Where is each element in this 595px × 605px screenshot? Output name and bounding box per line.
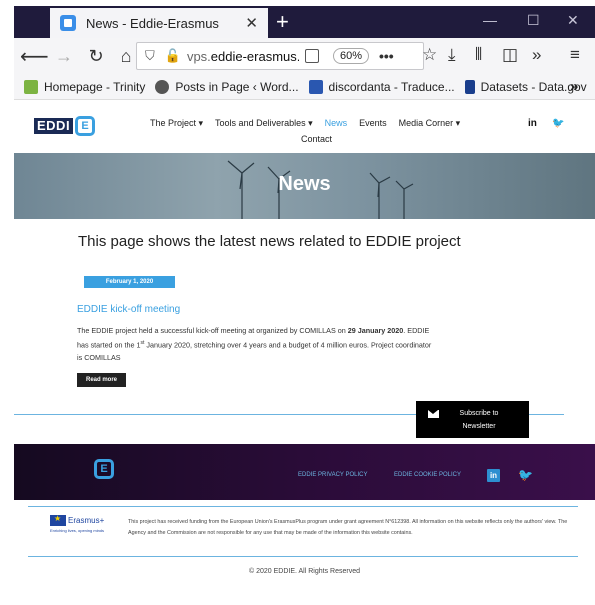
bookmark-label: discordanta - Traduce... bbox=[328, 79, 455, 94]
wordpress-icon bbox=[155, 79, 170, 94]
site-footer: E EDDIE PRIVACY POLICY EDDIE COOKIE POLI… bbox=[14, 444, 595, 500]
copyright-text: © 2020 EDDIE. All Rights Reserved bbox=[249, 568, 360, 575]
bookmarks-bar: Homepage - Trinity Posts in Page ‹ Word.… bbox=[14, 74, 595, 100]
menu-media-corner[interactable]: Media Corner ▾ bbox=[399, 118, 461, 129]
insecure-lock-icon[interactable]: 🔓 bbox=[165, 48, 181, 64]
reload-icon[interactable]: ↻ bbox=[84, 46, 108, 67]
linkedin-icon[interactable]: in bbox=[528, 118, 537, 129]
footer-twitter-icon[interactable]: 🐦 bbox=[518, 468, 533, 482]
close-tab-icon[interactable]: ✕ bbox=[245, 14, 258, 32]
minimize-icon[interactable]: — bbox=[483, 12, 497, 28]
library-icon[interactable]: ⫴ bbox=[475, 45, 482, 65]
forward-arrow-icon[interactable]: → bbox=[52, 46, 76, 67]
erasmus-plus-logo: Erasmus+ bbox=[50, 514, 105, 526]
read-more-button[interactable]: Read more bbox=[77, 373, 126, 387]
erasmus-tagline: Enriching lives, opening minds bbox=[50, 528, 105, 533]
subscribe-newsletter-button[interactable]: Subscribe to Newsletter bbox=[416, 401, 529, 438]
footer-linkedin-icon[interactable]: in bbox=[487, 469, 500, 482]
browser-tab[interactable]: News - Eddie-Erasmus ✕ bbox=[50, 8, 268, 38]
shield-icon[interactable]: ⛉ bbox=[145, 48, 155, 64]
bookmark-label: Posts in Page ‹ Word... bbox=[175, 79, 299, 94]
post-excerpt: The EDDIE project held a successful kick… bbox=[77, 326, 432, 363]
reader-view-icon[interactable] bbox=[304, 49, 319, 63]
bookmark-wordpress[interactable]: Posts in Page ‹ Word... bbox=[155, 79, 299, 94]
web-page: EDDI E The Project ▾ Tools and Deliverab… bbox=[14, 100, 595, 605]
cookie-policy-link[interactable]: EDDIE COOKIE POLICY bbox=[394, 472, 461, 478]
download-icon[interactable]: ⤓ bbox=[448, 45, 456, 65]
menu-news[interactable]: News bbox=[325, 118, 348, 129]
tab-title: News - Eddie-Erasmus bbox=[86, 15, 219, 31]
erasmus-label: Erasmus+ bbox=[68, 516, 105, 525]
zoom-level[interactable]: 60% bbox=[332, 48, 369, 64]
address-bar[interactable]: ⛉ 🔓 vps.eddie-erasmus. 60% ••• bbox=[136, 42, 424, 70]
bookmark-datagov[interactable]: Datasets - Data.gov bbox=[464, 79, 587, 94]
overflow-chevron-icon[interactable]: » bbox=[532, 45, 541, 65]
funding-divider-bottom bbox=[28, 556, 578, 557]
page-actions-icon[interactable]: ••• bbox=[379, 48, 394, 64]
main-menu: The Project ▾ Tools and Deliverables ▾ N… bbox=[150, 118, 460, 129]
subscribe-label: Subscribe to Newsletter bbox=[459, 409, 499, 430]
menu-events[interactable]: Events bbox=[359, 118, 387, 129]
back-arrow-icon[interactable]: ⟵ bbox=[20, 44, 49, 69]
hero-banner: News bbox=[14, 153, 595, 219]
trinity-icon bbox=[24, 79, 38, 94]
funding-disclaimer: This project has received funding from t… bbox=[128, 519, 568, 536]
bookmarks-overflow-icon[interactable]: » bbox=[570, 78, 578, 95]
menu-contact[interactable]: Contact bbox=[301, 134, 332, 144]
page-title: News bbox=[278, 173, 331, 195]
browser-tab-bar: News - Eddie-Erasmus ✕ + — ☐ ✕ bbox=[14, 6, 595, 38]
bookmark-label: Homepage - Trinity bbox=[44, 79, 146, 94]
post-date-badge: February 1, 2020 bbox=[84, 276, 175, 288]
eddie-logo[interactable]: EDDI E bbox=[34, 116, 96, 136]
site-favicon-icon bbox=[60, 15, 76, 31]
new-tab-button[interactable]: + bbox=[276, 8, 289, 36]
post-title-link[interactable]: EDDIE kick-off meeting bbox=[77, 304, 180, 315]
bookmark-dictionary[interactable]: discordanta - Traduce... bbox=[308, 79, 455, 94]
close-window-icon[interactable]: ✕ bbox=[567, 12, 579, 29]
browser-toolbar: ⟵ → ↻ ⌂ ⛉ 🔓 vps.eddie-erasmus. 60% ••• ☆… bbox=[14, 38, 595, 74]
menu-icon[interactable]: ≡ bbox=[570, 45, 580, 65]
sidebar-icon[interactable]: ◫ bbox=[502, 45, 518, 65]
privacy-policy-link[interactable]: EDDIE PRIVACY POLICY bbox=[298, 472, 367, 478]
mail-icon bbox=[428, 409, 439, 418]
logo-text: EDDI bbox=[34, 118, 74, 134]
menu-tools[interactable]: Tools and Deliverables ▾ bbox=[215, 118, 313, 129]
dictionary-icon bbox=[308, 79, 323, 94]
divider-right bbox=[529, 414, 564, 415]
twitter-icon[interactable]: 🐦 bbox=[552, 118, 564, 129]
footer-logo-icon[interactable]: E bbox=[94, 459, 114, 479]
maximize-icon[interactable]: ☐ bbox=[527, 12, 540, 29]
bookmark-star-icon[interactable]: ☆ bbox=[422, 45, 437, 65]
eu-flag-icon bbox=[50, 514, 66, 526]
logo-e-icon: E bbox=[75, 116, 96, 136]
divider-left bbox=[14, 414, 416, 415]
menu-the-project[interactable]: The Project ▾ bbox=[150, 118, 203, 129]
funding-divider-top bbox=[28, 506, 578, 507]
datagov-icon bbox=[464, 79, 475, 94]
intro-heading: This page shows the latest news related … bbox=[78, 233, 461, 250]
bookmark-trinity[interactable]: Homepage - Trinity bbox=[24, 79, 146, 94]
url-text[interactable]: vps.eddie-erasmus. bbox=[187, 49, 299, 64]
home-icon[interactable]: ⌂ bbox=[114, 46, 138, 67]
